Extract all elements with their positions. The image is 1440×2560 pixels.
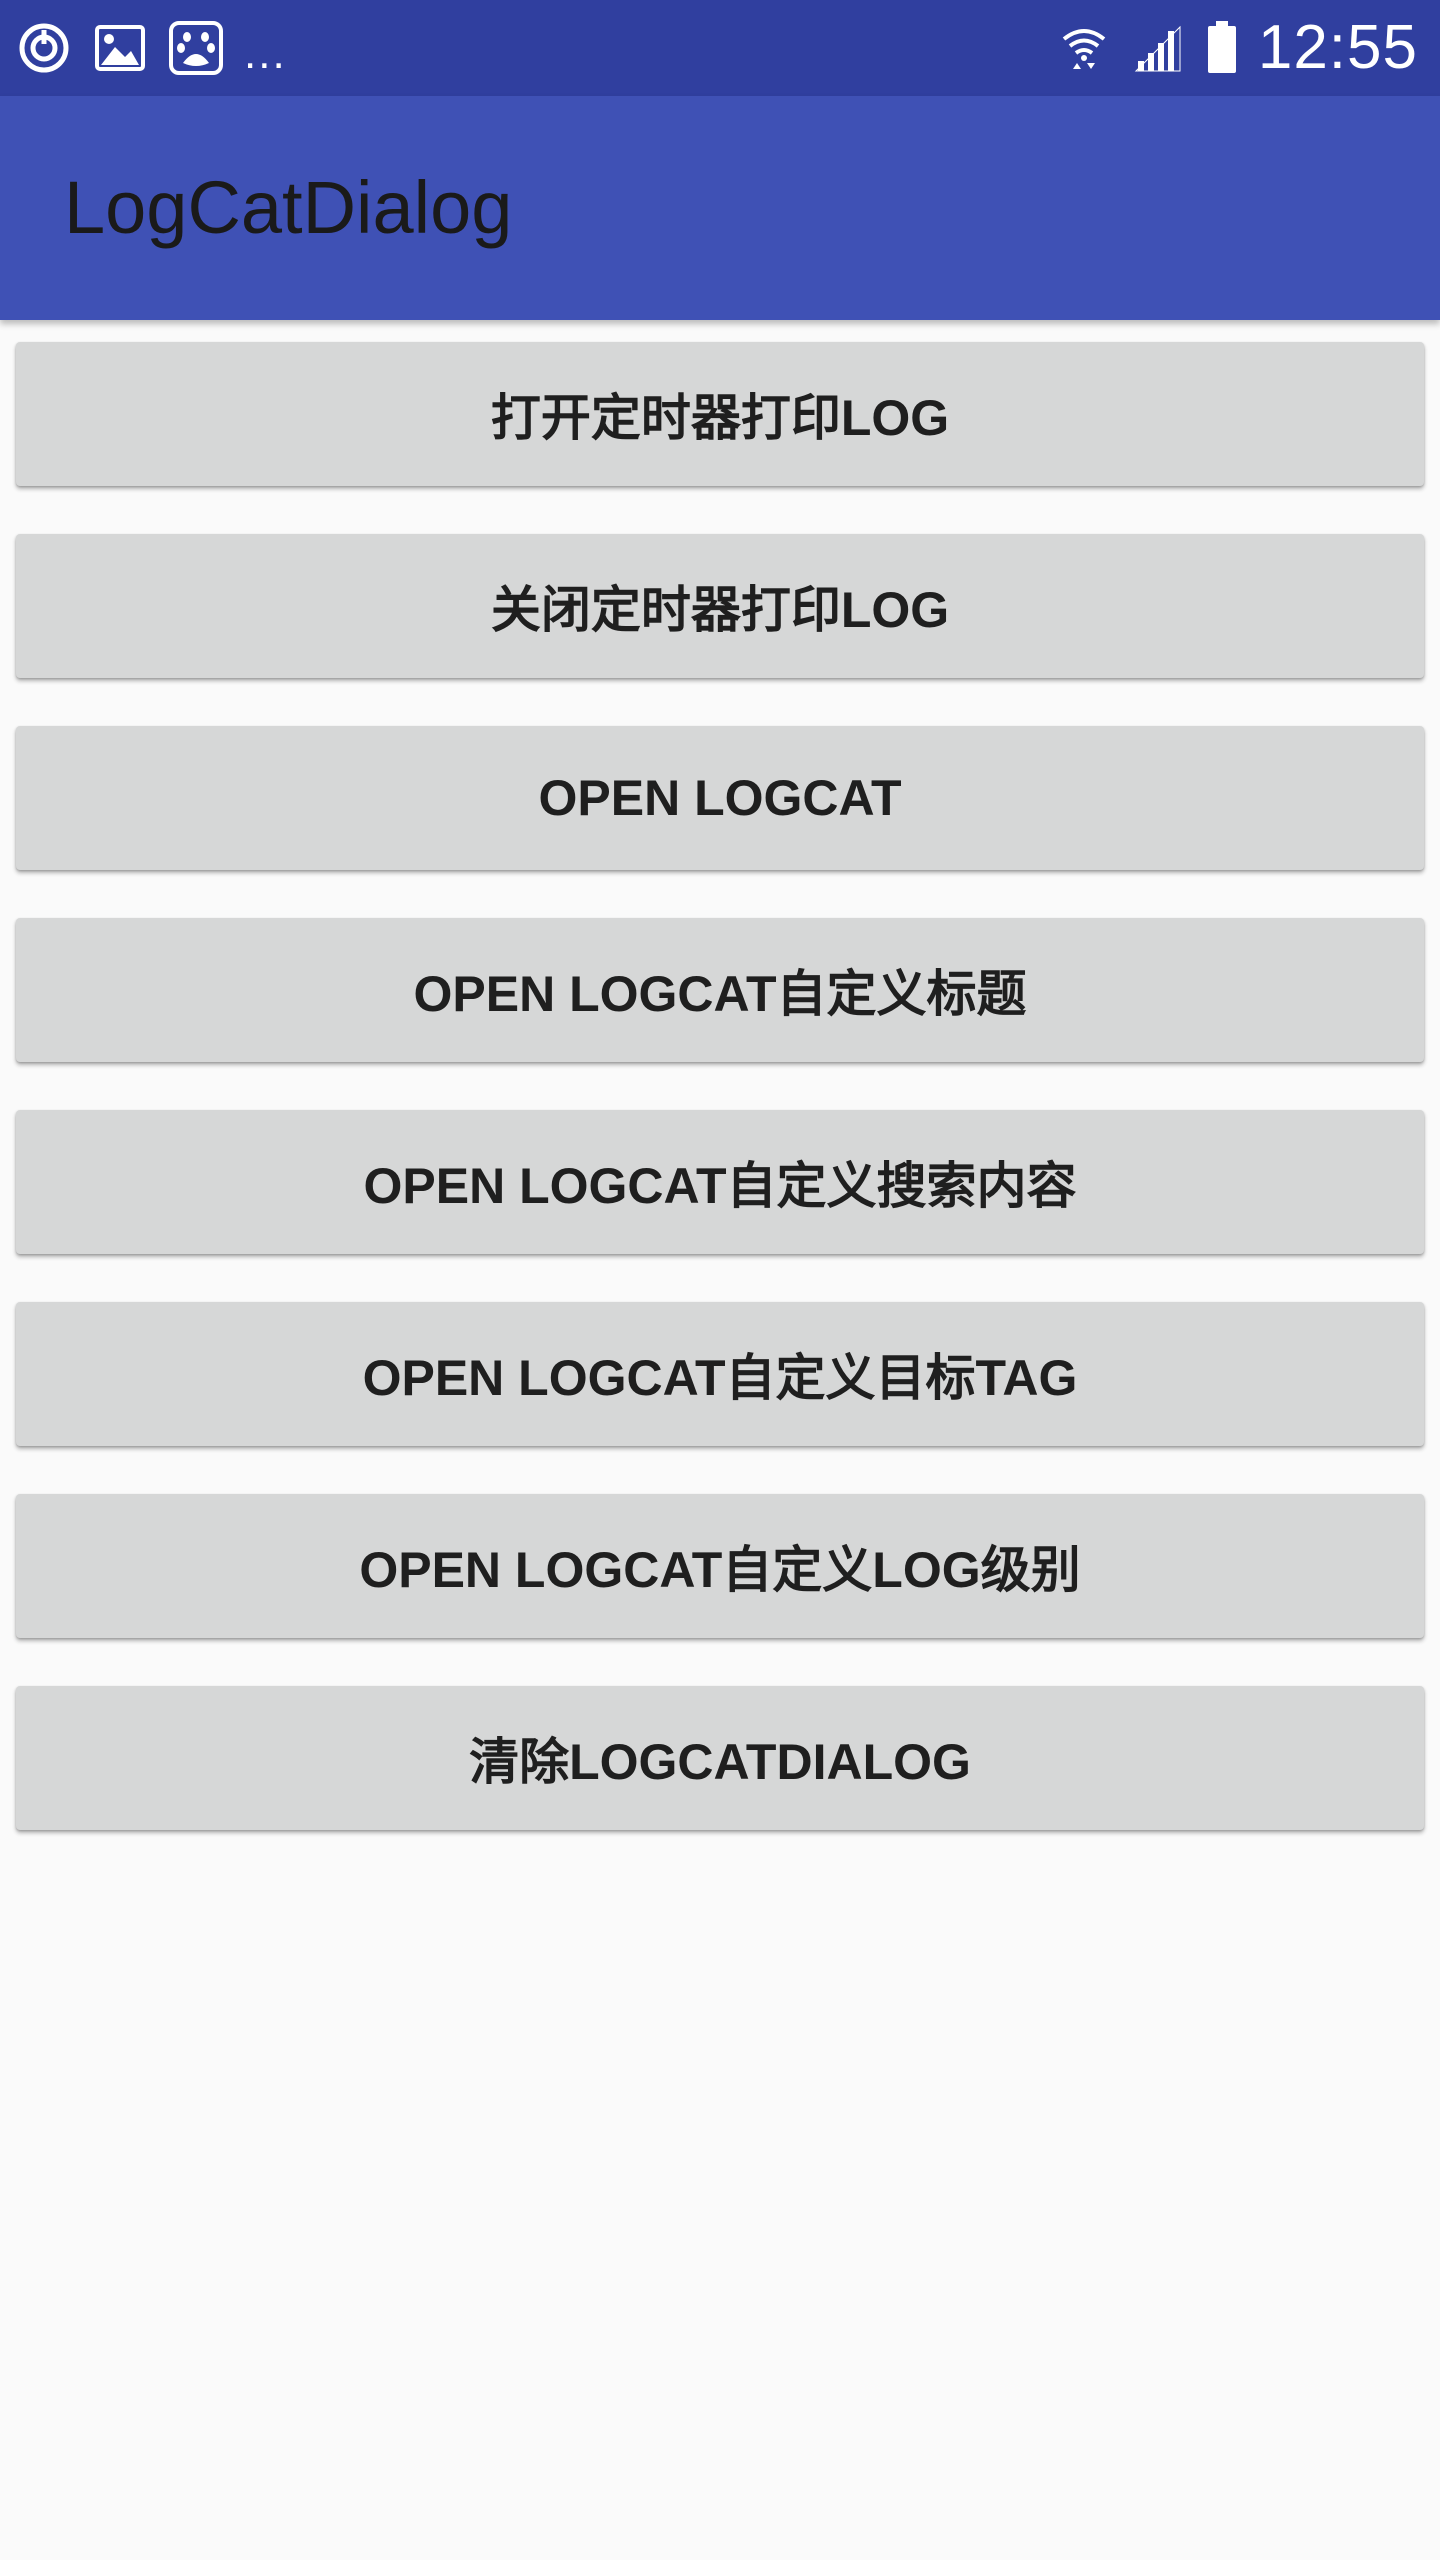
- more-notifications-indicator: ...: [244, 29, 287, 78]
- button-label: OPEN LOGCAT自定义LOG级别: [359, 1542, 1081, 1598]
- status-bar: ... 12:55: [0, 0, 1440, 96]
- sync-icon: [16, 20, 72, 76]
- open-logcat-button[interactable]: OPEN LOGCAT: [16, 726, 1424, 870]
- open-logcat-custom-level-button[interactable]: OPEN LOGCAT自定义LOG级别: [16, 1494, 1424, 1638]
- button-label: 关闭定时器打印LOG: [490, 582, 950, 638]
- button-label: OPEN LOGCAT自定义目标TAG: [362, 1350, 1078, 1406]
- button-label: OPEN LOGCAT自定义标题: [413, 966, 1027, 1022]
- battery-icon: [1204, 20, 1240, 76]
- signal-icon: [1130, 20, 1186, 76]
- open-logcat-custom-title-button[interactable]: OPEN LOGCAT自定义标题: [16, 918, 1424, 1062]
- status-bar-notifications: ...: [16, 18, 287, 78]
- open-logcat-custom-search-button[interactable]: OPEN LOGCAT自定义搜索内容: [16, 1110, 1424, 1254]
- button-list: 打开定时器打印LOG 关闭定时器打印LOG OPEN LOGCAT OPEN L…: [16, 342, 1424, 1878]
- status-bar-system: 12:55: [1056, 14, 1418, 82]
- button-label: 清除LOGCATDIALOG: [469, 1734, 971, 1790]
- clock: 12:55: [1257, 13, 1418, 82]
- baidu-paw-icon: [168, 20, 224, 76]
- clear-logcatdialog-button[interactable]: 清除LOGCATDIALOG: [16, 1686, 1424, 1830]
- open-logcat-custom-tag-button[interactable]: OPEN LOGCAT自定义目标TAG: [16, 1302, 1424, 1446]
- page-title: LogCatDialog: [64, 166, 513, 249]
- app-bar: LogCatDialog: [0, 96, 1440, 320]
- button-label: 打开定时器打印LOG: [490, 390, 950, 446]
- stop-timer-log-button[interactable]: 关闭定时器打印LOG: [16, 534, 1424, 678]
- button-label: OPEN LOGCAT自定义搜索内容: [363, 1158, 1077, 1214]
- wifi-icon: [1056, 20, 1112, 76]
- image-icon: [92, 20, 148, 76]
- start-timer-log-button[interactable]: 打开定时器打印LOG: [16, 342, 1424, 486]
- button-label: OPEN LOGCAT: [538, 770, 902, 826]
